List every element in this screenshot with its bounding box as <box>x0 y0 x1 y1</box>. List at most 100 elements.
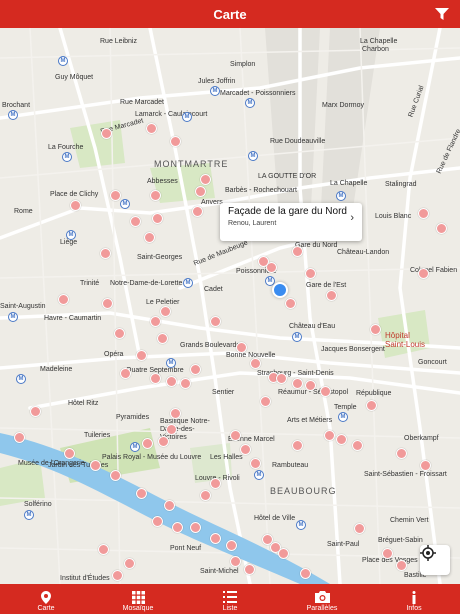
photo-pin[interactable] <box>166 376 177 387</box>
map-view[interactable]: Rue Leibniz Guy Môquet Jules Joffrin Sim… <box>0 28 460 584</box>
photo-pin[interactable] <box>305 268 316 279</box>
photo-pin[interactable] <box>285 298 296 309</box>
photo-pin[interactable] <box>396 560 407 571</box>
crosshair-icon <box>420 545 436 561</box>
photo-pin[interactable] <box>146 123 157 134</box>
photo-pin[interactable] <box>230 430 241 441</box>
photo-pin[interactable] <box>352 440 363 451</box>
photo-pin[interactable] <box>210 478 221 489</box>
photo-pin[interactable] <box>90 460 101 471</box>
photo-pin[interactable] <box>160 306 171 317</box>
photo-pin[interactable] <box>70 200 81 211</box>
photo-pin[interactable] <box>124 558 135 569</box>
photo-pin[interactable] <box>164 500 175 511</box>
photo-pin[interactable] <box>98 544 109 555</box>
photo-pin[interactable] <box>157 333 168 344</box>
photo-pin[interactable] <box>276 373 287 384</box>
photo-pin[interactable] <box>226 540 237 551</box>
photo-pin[interactable] <box>150 316 161 327</box>
photo-pin[interactable] <box>326 290 337 301</box>
photo-pin[interactable] <box>112 570 123 581</box>
tab-carte[interactable]: Carte <box>0 584 92 614</box>
photo-pin[interactable] <box>240 444 251 455</box>
photo-pin[interactable] <box>152 516 163 527</box>
photo-pin[interactable] <box>278 548 289 559</box>
photo-pin[interactable] <box>336 434 347 445</box>
photo-pin[interactable] <box>200 174 211 185</box>
map-label: Saint-Georges <box>137 254 183 261</box>
locate-me-button[interactable] <box>420 545 450 575</box>
photo-pin[interactable] <box>136 488 147 499</box>
photo-pin[interactable] <box>100 248 111 259</box>
photo-pin[interactable] <box>210 533 221 544</box>
photo-pin[interactable] <box>420 460 431 471</box>
photo-pin[interactable] <box>200 490 211 501</box>
tab-liste[interactable]: Liste <box>184 584 276 614</box>
photo-pin[interactable] <box>250 358 261 369</box>
photo-pin[interactable] <box>305 380 316 391</box>
photo-pin[interactable] <box>192 206 203 217</box>
photo-pin[interactable] <box>114 328 125 339</box>
photo-pin[interactable] <box>230 556 241 567</box>
map-label: Les Halles <box>210 454 243 461</box>
photo-pin[interactable] <box>418 208 429 219</box>
map-label: Château-Landon <box>337 249 390 256</box>
photo-pin[interactable] <box>190 522 201 533</box>
tab-mosaique[interactable]: Mosaïque <box>92 584 184 614</box>
photo-pin[interactable] <box>120 368 131 379</box>
photo-pin[interactable] <box>436 223 447 234</box>
photo-pin[interactable] <box>172 522 183 533</box>
photo-pin[interactable] <box>166 424 177 435</box>
photo-pin[interactable] <box>14 432 25 443</box>
photo-pin[interactable] <box>101 128 112 139</box>
list-icon <box>223 590 237 604</box>
photo-pin[interactable] <box>170 136 181 147</box>
photo-pin[interactable] <box>382 548 393 559</box>
photo-pin[interactable] <box>190 364 201 375</box>
photo-pin[interactable] <box>142 438 153 449</box>
photo-pin[interactable] <box>110 470 121 481</box>
photo-pin[interactable] <box>110 190 121 201</box>
photo-pin[interactable] <box>210 316 221 327</box>
tab-paralleles[interactable]: Parallèles <box>276 584 368 614</box>
photo-pin[interactable] <box>64 448 75 459</box>
metro-icon: M <box>296 520 306 530</box>
photo-pin[interactable] <box>320 386 331 397</box>
photo-pin[interactable] <box>30 406 41 417</box>
photo-pin[interactable] <box>244 564 255 575</box>
map-base <box>0 28 460 584</box>
photo-pin[interactable] <box>370 324 381 335</box>
photo-callout[interactable]: Façade de la gare du Nord Renou, Laurent… <box>220 203 362 241</box>
photo-pin[interactable] <box>152 213 163 224</box>
photo-pin[interactable] <box>158 436 169 447</box>
filter-icon[interactable] <box>434 6 450 22</box>
photo-pin[interactable] <box>150 373 161 384</box>
photo-pin[interactable] <box>324 430 335 441</box>
top-bar: Carte <box>0 0 460 28</box>
photo-pin[interactable] <box>102 298 113 309</box>
photo-pin[interactable] <box>396 448 407 459</box>
metro-icon: M <box>24 510 34 520</box>
photo-pin[interactable] <box>144 232 155 243</box>
photo-pin[interactable] <box>130 216 141 227</box>
photo-pin[interactable] <box>418 268 429 279</box>
photo-pin[interactable] <box>180 378 191 389</box>
photo-pin[interactable] <box>292 246 303 257</box>
photo-pin[interactable] <box>260 396 271 407</box>
photo-pin[interactable] <box>354 523 365 534</box>
photo-pin[interactable] <box>170 408 181 419</box>
photo-pin[interactable] <box>58 294 69 305</box>
tab-infos[interactable]: Infos <box>368 584 460 614</box>
map-label: Hôtel de Ville <box>254 515 296 522</box>
photo-pin[interactable] <box>300 568 311 579</box>
photo-pin[interactable] <box>250 458 261 469</box>
photo-pin[interactable] <box>292 378 303 389</box>
photo-pin[interactable] <box>366 400 377 411</box>
photo-pin[interactable] <box>258 256 269 267</box>
photo-pin[interactable] <box>150 190 161 201</box>
photo-pin[interactable] <box>136 350 147 361</box>
photo-pin[interactable] <box>236 342 247 353</box>
photo-pin[interactable] <box>195 186 206 197</box>
map-label: Pont Neuf <box>170 545 202 552</box>
photo-pin[interactable] <box>292 440 303 451</box>
